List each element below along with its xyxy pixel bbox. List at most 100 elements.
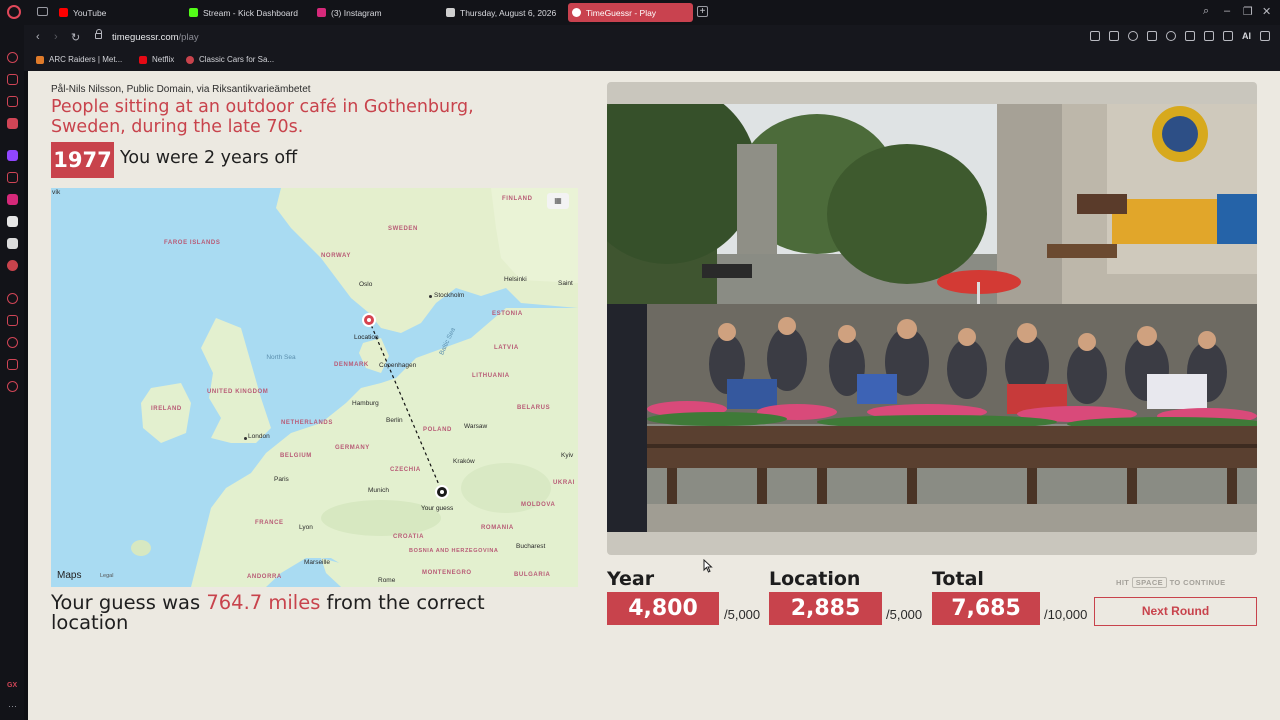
total-score-title: Total xyxy=(932,568,984,590)
instagram-icon xyxy=(317,8,326,17)
map-label-denmark: DENMARK xyxy=(334,362,369,368)
map-label-uk: UNITED KINGDOM xyxy=(207,389,269,395)
map-label-faroe: FAROE ISLANDS xyxy=(164,240,221,246)
map-label-bosnia: BOSNIA AND HERZEGOVINA xyxy=(409,548,498,554)
total-score-value: 7,685 xyxy=(932,592,1040,625)
messenger-icon[interactable] xyxy=(7,118,18,129)
opera-logo-icon[interactable] xyxy=(7,5,21,19)
maps-logo-text: Maps xyxy=(57,570,82,581)
guess-location-pin[interactable] xyxy=(435,485,449,499)
url-field[interactable]: timeguessr.com/play xyxy=(112,32,199,43)
bookmarks-sidebar-icon[interactable] xyxy=(7,315,18,326)
player-icon[interactable] xyxy=(1147,31,1157,41)
tab-label: (3) Instagram xyxy=(331,7,382,18)
history-icon[interactable] xyxy=(7,337,18,348)
round-photo-frame xyxy=(607,82,1257,555)
search-tabs-icon[interactable]: ⌕ xyxy=(1203,5,1209,18)
map-label-warsaw: Warsaw xyxy=(464,423,488,430)
more-icon[interactable]: ··· xyxy=(8,701,17,711)
tiktok-icon[interactable] xyxy=(7,216,18,227)
settings-icon[interactable] xyxy=(7,381,18,392)
new-tab-button[interactable]: + xyxy=(697,6,708,17)
bookmarks-bar: ARC Raiders | Met... Netflix Classic Car… xyxy=(24,51,1280,71)
tab-label: TimeGuessr - Play xyxy=(586,7,657,18)
tab-youtube[interactable]: YouTube xyxy=(55,3,180,22)
map-label-berlin: Berlin xyxy=(386,417,403,424)
next-round-button[interactable]: Next Round xyxy=(1094,597,1257,626)
map-label-stockholm: Stockholm xyxy=(434,292,465,299)
map-label-munich: Munich xyxy=(368,487,389,494)
bookmark-classic-cars[interactable]: Classic Cars for Sa... xyxy=(186,55,274,64)
tab-instagram[interactable]: (3) Instagram xyxy=(313,3,438,22)
forward-icon[interactable]: › xyxy=(54,31,58,43)
bookmark-icon[interactable] xyxy=(1090,31,1100,41)
hint-suffix: TO CONTINUE xyxy=(1169,578,1226,587)
calendar-icon xyxy=(446,8,455,17)
map-label-vik: vík xyxy=(52,189,61,196)
map-label-andorra: ANDORRA xyxy=(247,574,282,580)
map-label-helsinki: Helsinki xyxy=(504,276,527,283)
toolbar-icons: AI xyxy=(1090,31,1270,41)
extensions-icon[interactable] xyxy=(1185,31,1195,41)
bookmark-arc-raiders[interactable]: ARC Raiders | Met... xyxy=(36,55,122,64)
hint-prefix: HIT xyxy=(1116,578,1130,587)
tab-calendar[interactable]: Thursday, August 6, 2026 xyxy=(442,3,562,22)
discord-icon[interactable] xyxy=(7,172,18,183)
tab-kick[interactable]: Stream - Kick Dashboard xyxy=(185,3,310,22)
tab-label: Thursday, August 6, 2026 xyxy=(460,7,557,18)
tab-overview-icon[interactable] xyxy=(37,7,48,16)
correct-location-pin[interactable] xyxy=(362,313,376,327)
tab-bar: YouTube Stream - Kick Dashboard (3) Inst… xyxy=(0,0,1280,25)
year-score-title: Year xyxy=(607,568,655,590)
instagram-sidebar-icon[interactable] xyxy=(7,194,18,205)
location-score-title: Location xyxy=(769,568,861,590)
distance-result: Your guess was 764.7 miles from the corr… xyxy=(51,593,551,633)
result-map[interactable]: FINLAND SWEDEN NORWAY FAROE ISLANDS Oslo… xyxy=(51,188,578,587)
x-icon[interactable] xyxy=(7,238,18,249)
twitch-gx-icon[interactable] xyxy=(7,96,18,107)
gx-logo: GX xyxy=(7,682,18,689)
opera-sidebar: GX ··· xyxy=(0,25,24,720)
timeguessr-page: Pål-Nils Nilsson, Public Domain, via Rik… xyxy=(28,71,1280,720)
classic-cars-icon xyxy=(186,55,194,64)
store-icon[interactable] xyxy=(7,74,18,85)
music-icon[interactable] xyxy=(7,260,18,271)
maximize-icon[interactable]: ❐ xyxy=(1243,5,1253,18)
tab-timeguessr[interactable]: TimeGuessr - Play xyxy=(568,3,693,22)
bookmark-label: ARC Raiders | Met... xyxy=(49,55,123,64)
map-label-kyiv: Kyiv xyxy=(561,452,574,459)
map-label-romania: ROMANIA xyxy=(481,525,514,531)
back-icon[interactable]: ‹ xyxy=(36,31,40,43)
map-label-finland: FINLAND xyxy=(502,196,533,202)
map-label-estonia: ESTONIA xyxy=(492,311,523,317)
round-photo xyxy=(607,104,1257,532)
wallet-icon[interactable] xyxy=(1204,31,1214,41)
map-dot-stockholm xyxy=(429,295,432,298)
player-sidebar-icon[interactable] xyxy=(7,293,18,304)
heart-icon[interactable] xyxy=(1166,31,1176,41)
map-label-croatia: CROATIA xyxy=(393,534,425,540)
menu-icon[interactable] xyxy=(1260,31,1270,41)
twitch-icon[interactable] xyxy=(7,150,18,161)
pinboard-icon[interactable] xyxy=(7,359,18,370)
location-score-value: 2,885 xyxy=(769,592,882,625)
distance-value: 764.7 miles xyxy=(206,591,321,614)
map-label-czechia: CZECHIA xyxy=(390,467,421,473)
bookmark-netflix[interactable]: Netflix xyxy=(139,55,174,64)
flow-icon[interactable] xyxy=(7,52,18,63)
reload-icon[interactable]: ↻ xyxy=(71,31,80,44)
vpn-icon[interactable] xyxy=(1128,31,1138,41)
aria-ai-button[interactable]: AI xyxy=(1242,31,1251,41)
map-label-lithuania: LITHUANIA xyxy=(472,373,510,379)
map-label-sweden: SWEDEN xyxy=(388,226,418,232)
apple-maps-logo: Maps xyxy=(57,570,81,581)
minimize-icon[interactable]: – xyxy=(1224,5,1230,17)
total-score-max: /10,000 xyxy=(1044,607,1088,622)
close-window-icon[interactable]: ✕ xyxy=(1262,5,1271,18)
map-legal-link[interactable]: Legal xyxy=(100,573,113,579)
snapshot-icon[interactable] xyxy=(1109,31,1119,41)
address-bar: ‹ › ↻ timeguessr.com/play AI xyxy=(24,25,1280,51)
map-label-netherlands: NETHERLANDS xyxy=(281,420,333,426)
map-type-button[interactable]: ▦ xyxy=(547,193,569,209)
download-icon[interactable] xyxy=(1223,31,1233,41)
